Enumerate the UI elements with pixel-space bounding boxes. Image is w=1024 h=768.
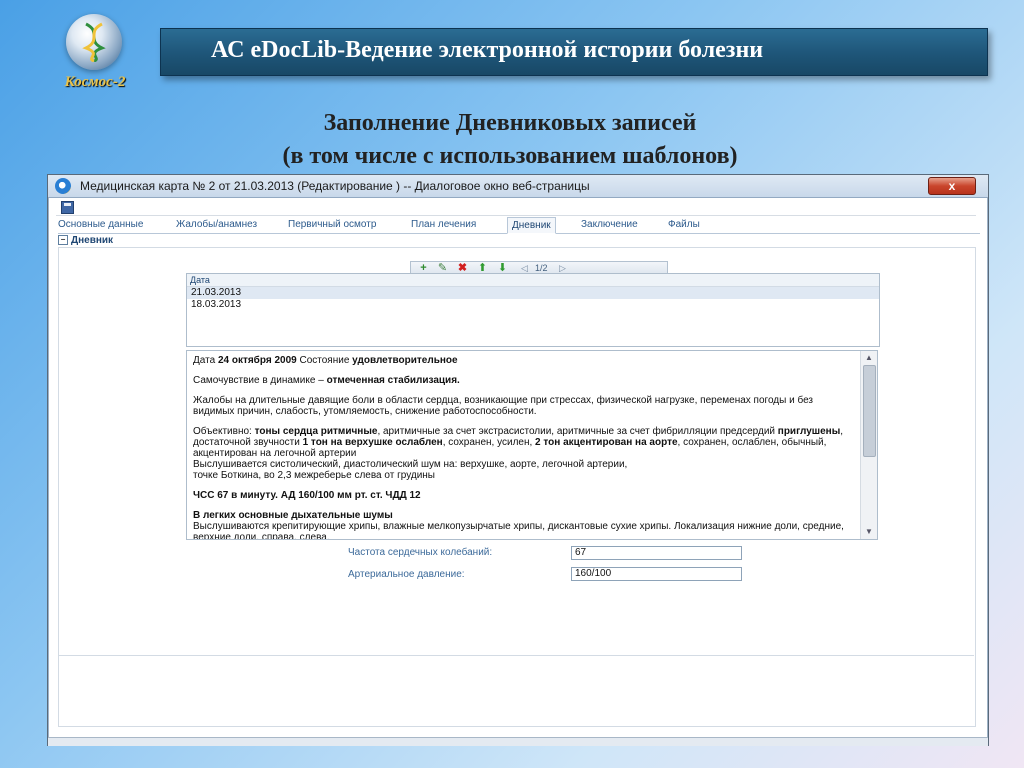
tab-files[interactable]: Файлы (668, 217, 700, 232)
heart-rate-label: Частота сердечных колебаний: (348, 547, 493, 558)
editor-content: Дата 24 октября 2009 Состояние удовлетво… (193, 355, 853, 540)
slide-subtitle-line1: Заполнение Дневниковых записей (323, 110, 697, 136)
logo: Космос-2 (40, 10, 150, 105)
form-toolbar (56, 201, 976, 216)
title-banner: АС eDocLib-Ведение электронной истории б… (160, 28, 988, 76)
objective-bold-3: 1 тон на верхушке ослаблен (302, 437, 443, 448)
objective-text-6: точке Боткина, во 2,3 межреберье слева о… (193, 470, 435, 481)
tab-diary[interactable]: Дневник (507, 217, 556, 234)
state-value: удовлетворительное (352, 355, 458, 366)
objective-bold-1: тоны сердца ритмичные (254, 426, 378, 437)
slide-subtitle-line2: (в том числе с использованием шаблонов) (282, 143, 738, 169)
objective-text-1: , аритмичные за счет экстрасистолии, ари… (377, 426, 775, 437)
tab-bar: Основные данные Жалобы/анамнез Первичный… (58, 217, 980, 234)
status-bar (48, 737, 988, 746)
logo-text: Космос-2 (64, 74, 126, 90)
collapse-icon[interactable]: − (58, 235, 68, 246)
table-row[interactable]: 21.03.2013 (187, 287, 879, 299)
grid-header-date: Дата (187, 274, 879, 287)
lungs-text: Выслушиваются крепитирующие хрипы, влажн… (193, 521, 844, 540)
tab-main-data[interactable]: Основные данные (58, 217, 143, 232)
bp-label: Артериальное давление: (348, 569, 465, 580)
scroll-down-icon[interactable]: ▼ (864, 527, 874, 537)
wellbeing-value: отмеченная стабилизация. (326, 375, 460, 386)
section-header-diary[interactable]: − Дневник (58, 235, 113, 246)
vitals-line: ЧСС 67 в минуту. АД 160/100 мм рт. ст. Ч… (193, 490, 421, 501)
table-row[interactable]: 18.03.2013 (187, 299, 879, 311)
heart-rate-field[interactable]: 67 (571, 546, 742, 560)
dialog-window: Медицинская карта № 2 от 21.03.2013 (Ред… (47, 174, 989, 746)
tab-initial-exam[interactable]: Первичный осмотр (288, 217, 376, 232)
tab-complaints[interactable]: Жалобы/анамнез (176, 217, 257, 232)
tab-treatment-plan[interactable]: План лечения (411, 217, 476, 232)
scrollbar-thumb[interactable] (863, 365, 876, 457)
objective-bold-4: 2 тон акцентирован на аорте (535, 437, 678, 448)
ie-browser-icon (55, 178, 71, 194)
diary-text-editor[interactable]: Дата 24 октября 2009 Состояние удовлетво… (186, 350, 878, 540)
close-button[interactable]: x (928, 177, 976, 195)
section-label: Дневник (71, 235, 114, 246)
objective-paragraph: Объективно: тоны сердца ритмичные, аритм… (193, 426, 853, 481)
record-date: 24 октября 2009 (217, 355, 297, 366)
state-label: Состояние (299, 355, 350, 366)
editor-scrollbar[interactable]: ▲ ▼ (860, 351, 877, 539)
bp-field[interactable]: 160/100 (571, 567, 742, 581)
wellbeing-label: Самочувствие в динамике – (193, 375, 324, 386)
date-label: Дата (193, 355, 216, 366)
banner-title: АС eDocLib-Ведение электронной истории б… (211, 37, 764, 63)
objective-bold-2: приглушены (777, 426, 841, 437)
scroll-up-icon[interactable]: ▲ (864, 353, 874, 363)
lungs-heading: В легких основные дыхательные шумы (193, 510, 393, 521)
save-icon[interactable] (61, 201, 74, 214)
objective-text-5: Выслушивается систолический, диастоличес… (193, 459, 628, 470)
window-titlebar[interactable]: Медицинская карта № 2 от 21.03.2013 (Ред… (48, 175, 988, 198)
dna-helix-icon (82, 22, 106, 62)
objective-text-3: , сохранен, усилен, (442, 437, 533, 448)
tab-conclusion[interactable]: Заключение (581, 217, 638, 232)
objective-label: Объективно: (193, 426, 252, 437)
window-title: Медицинская карта № 2 от 21.03.2013 (Ред… (80, 179, 590, 193)
bottom-pane (58, 655, 974, 726)
complaints-paragraph: Жалобы на длительные давящие боли в обла… (193, 395, 814, 417)
diary-date-grid: Дата 21.03.2013 18.03.2013 (186, 273, 880, 347)
